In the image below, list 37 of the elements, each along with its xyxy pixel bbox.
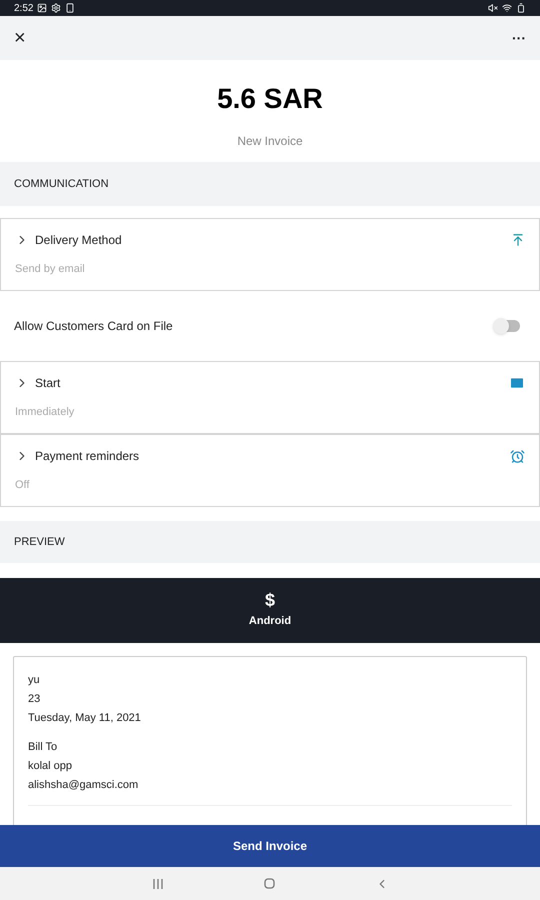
invoice-subtitle: New Invoice (237, 133, 303, 150)
alarm-clock-icon (510, 448, 525, 464)
wifi-icon (502, 3, 512, 13)
row-title: Payment reminders (35, 448, 140, 465)
preview-line: Tuesday, May 11, 2021 (28, 711, 142, 726)
preview-line: Bill To (28, 740, 58, 755)
battery-icon (516, 3, 526, 13)
preview-line: kolal opp (28, 759, 74, 774)
preview-line: 23 (28, 692, 42, 707)
section-title: PREVIEW (14, 534, 65, 550)
more-button[interactable]: ··· (512, 31, 526, 45)
settings-row[interactable]: Start Immediately (0, 361, 540, 434)
status-time: 2:52 (14, 2, 34, 16)
dollar-symbol: $ (264, 591, 275, 610)
preview-line: alishsha@gamsci.com (28, 778, 140, 793)
phone-icon (65, 3, 76, 13)
recent-apps-icon[interactable] (152, 878, 164, 888)
row-value: Immediately (15, 405, 76, 420)
mute-icon (488, 3, 498, 13)
send-invoice-button[interactable]: Send Invoice (0, 825, 540, 867)
settings-icon (51, 3, 62, 13)
business-name: Android (248, 614, 292, 630)
row-title: Start (35, 375, 60, 392)
settings-row[interactable]: Payment reminders Off (0, 434, 540, 507)
setting-label: Allow Customers Card on File (14, 318, 173, 335)
close-button[interactable]: × (14, 28, 26, 48)
image-icon (37, 3, 48, 13)
upload-icon (511, 233, 525, 247)
toggle-switch[interactable] (496, 320, 520, 332)
row-value: Send by email (15, 262, 86, 277)
home-icon[interactable] (264, 878, 274, 889)
preview-line: yu (28, 673, 41, 688)
section-title: COMMUNICATION (14, 176, 109, 192)
settings-row[interactable]: Delivery Method Send by email (0, 218, 540, 291)
row-title: Delivery Method (35, 232, 122, 249)
invoice-amount: 5.6 SAR (217, 82, 323, 116)
row-value: Off (15, 478, 30, 493)
